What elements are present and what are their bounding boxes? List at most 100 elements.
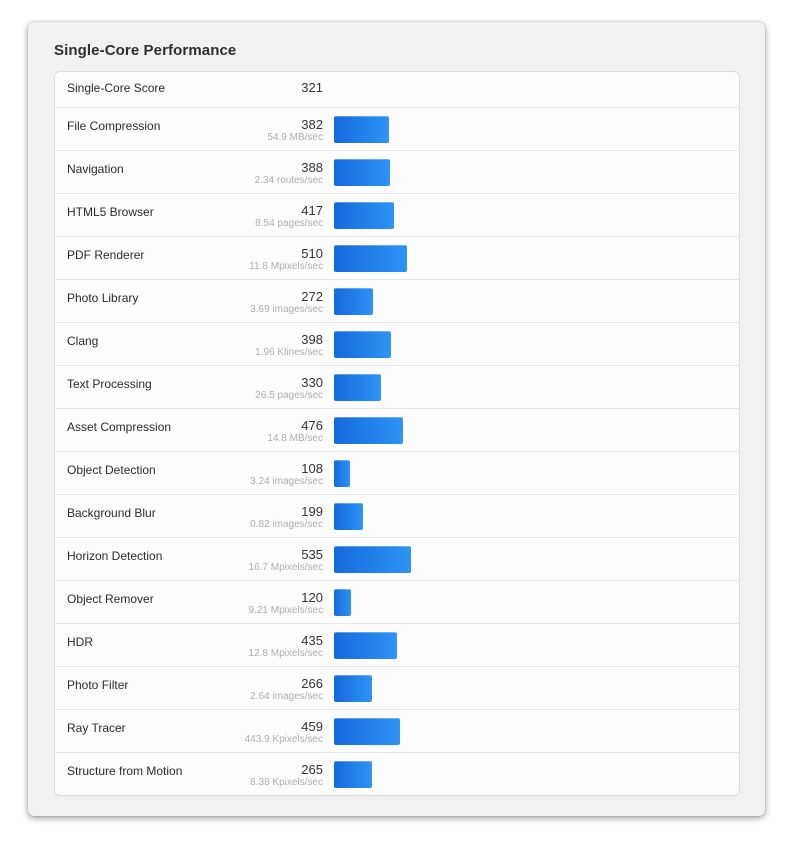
- benchmark-bar: [334, 589, 352, 616]
- benchmark-unit: 2.34 routes/sec: [254, 175, 323, 186]
- benchmark-row: File Compression 382 54.9 MB/sec: [55, 107, 739, 150]
- benchmark-score: 535: [301, 547, 323, 562]
- benchmark-unit: 8.54 pages/sec: [255, 218, 323, 229]
- benchmark-row: PDF Renderer 510 11.8 Mpixels/sec: [55, 236, 739, 279]
- benchmark-bar-track: [334, 288, 731, 315]
- benchmark-row: HDR 435 12.8 Mpixels/sec: [55, 623, 739, 666]
- benchmark-bar: [334, 460, 350, 487]
- benchmark-bar: [334, 374, 382, 401]
- benchmark-bar: [334, 116, 389, 143]
- benchmark-bar-track: [334, 202, 731, 229]
- benchmark-score: 330: [301, 375, 323, 390]
- benchmark-score: 510: [301, 246, 323, 261]
- benchmark-bar-track: [334, 503, 731, 530]
- benchmark-label: Ray Tracer: [67, 721, 126, 735]
- benchmark-bar-track: [334, 546, 731, 573]
- benchmark-row: Object Remover 120 9.21 Mpixels/sec: [55, 580, 739, 623]
- benchmark-label: Photo Filter: [67, 678, 129, 692]
- benchmark-unit: 9.21 Mpixels/sec: [248, 605, 323, 616]
- benchmark-row: Clang 398 1.96 Klines/sec: [55, 322, 739, 365]
- benchmark-label: Object Detection: [67, 463, 156, 477]
- benchmark-unit: 26.5 pages/sec: [255, 390, 323, 401]
- benchmark-bar: [334, 546, 411, 573]
- screenshot-root: Single-Core Performance Single-Core Scor…: [0, 0, 793, 851]
- benchmark-bar-track: [334, 159, 731, 186]
- benchmark-label: Navigation: [67, 162, 124, 176]
- benchmark-unit: 1.96 Klines/sec: [255, 347, 323, 358]
- benchmark-label: HTML5 Browser: [67, 205, 154, 219]
- benchmark-score: 476: [301, 418, 323, 433]
- benchmark-label: Background Blur: [67, 506, 156, 520]
- benchmark-unit: 11.8 Mpixels/sec: [249, 261, 323, 272]
- benchmark-score: 272: [301, 289, 323, 304]
- benchmark-bar-track: [334, 589, 731, 616]
- benchmark-bar: [334, 675, 373, 702]
- benchmark-label: Clang: [67, 334, 99, 348]
- benchmark-unit: 443.9 Kpixels/sec: [244, 734, 323, 745]
- benchmark-bar: [334, 245, 408, 272]
- benchmark-label: File Compression: [67, 119, 161, 133]
- benchmark-bar-track: [334, 245, 731, 272]
- benchmark-bar-track: [334, 331, 731, 358]
- benchmark-unit: 0.82 images/sec: [250, 519, 323, 530]
- benchmark-bar-track: [334, 675, 731, 702]
- benchmark-label: Structure from Motion: [67, 764, 183, 778]
- benchmark-row: Background Blur 199 0.82 images/sec: [55, 494, 739, 537]
- benchmark-score: 108: [301, 461, 323, 476]
- benchmark-bar: [334, 718, 401, 745]
- page-title: Single-Core Performance: [54, 42, 237, 59]
- benchmark-row: Asset Compression 476 14.8 MB/sec: [55, 408, 739, 451]
- benchmark-score: 459: [301, 719, 323, 734]
- benchmark-bar-track: [334, 718, 731, 745]
- benchmark-bar: [334, 761, 373, 788]
- performance-panel: Single-Core Performance Single-Core Scor…: [28, 22, 765, 816]
- benchmark-score: 398: [301, 332, 323, 347]
- benchmark-bar-track: [334, 374, 731, 401]
- benchmark-bar-track: [334, 761, 731, 788]
- benchmark-unit: 3.69 images/sec: [250, 304, 323, 315]
- summary-label: Single-Core Score: [67, 81, 166, 95]
- benchmark-bar-track: [334, 460, 731, 487]
- benchmark-row: Navigation 388 2.34 routes/sec: [55, 150, 739, 193]
- benchmark-label: Object Remover: [67, 592, 154, 606]
- benchmark-row: Object Detection 108 3.24 images/sec: [55, 451, 739, 494]
- benchmark-score: 199: [301, 504, 323, 519]
- benchmark-bar: [334, 632, 397, 659]
- benchmark-bar-track: [334, 417, 731, 444]
- benchmark-unit: 3.24 images/sec: [250, 476, 323, 487]
- benchmark-bar-track: [334, 632, 731, 659]
- benchmark-bar: [334, 417, 403, 444]
- benchmark-row: HTML5 Browser 417 8.54 pages/sec: [55, 193, 739, 236]
- benchmark-label: Photo Library: [67, 291, 139, 305]
- benchmark-row: Structure from Motion 265 8.38 Kpixels/sec: [55, 752, 739, 795]
- benchmark-bar-track: [334, 116, 731, 143]
- benchmark-label: Text Processing: [67, 377, 152, 391]
- benchmark-bar: [334, 288, 374, 315]
- benchmark-list: Single-Core Score 321 File Compression 382 5…: [54, 71, 740, 796]
- summary-row: Single-Core Score 321: [55, 72, 739, 107]
- benchmark-row: Text Processing 330 26.5 pages/sec: [55, 365, 739, 408]
- benchmark-label: Asset Compression: [67, 420, 172, 434]
- benchmark-row: Photo Filter 266 2.64 images/sec: [55, 666, 739, 709]
- benchmark-bar: [334, 159, 390, 186]
- benchmark-unit: 12.8 Mpixels/sec: [248, 648, 323, 659]
- benchmark-unit: 54.9 MB/sec: [267, 132, 323, 143]
- benchmark-unit: 14.8 MB/sec: [267, 433, 323, 444]
- benchmark-bar: [334, 503, 363, 530]
- benchmark-row: Photo Library 272 3.69 images/sec: [55, 279, 739, 322]
- benchmark-score: 388: [301, 160, 323, 175]
- benchmark-score: 265: [301, 762, 323, 777]
- benchmark-score: 417: [301, 203, 323, 218]
- benchmark-label: PDF Renderer: [67, 248, 145, 262]
- benchmark-row: Horizon Detection 535 16.7 Mpixels/sec: [55, 537, 739, 580]
- benchmark-label: Horizon Detection: [67, 549, 163, 563]
- benchmark-score: 435: [301, 633, 323, 648]
- benchmark-unit: 16.7 Mpixels/sec: [248, 562, 323, 573]
- benchmark-bar: [334, 331, 392, 358]
- summary-score: 321: [301, 80, 323, 95]
- benchmark-score: 382: [301, 117, 323, 132]
- benchmark-unit: 2.64 images/sec: [250, 691, 323, 702]
- benchmark-score: 120: [301, 590, 323, 605]
- benchmark-label: HDR: [67, 635, 93, 649]
- benchmark-row: Ray Tracer 459 443.9 Kpixels/sec: [55, 709, 739, 752]
